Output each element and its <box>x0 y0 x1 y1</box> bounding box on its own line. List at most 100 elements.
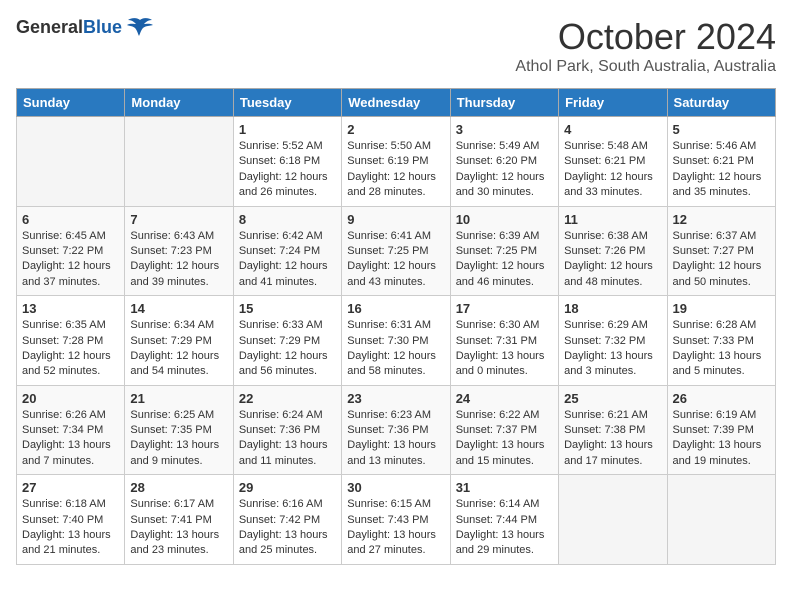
day-number: 8 <box>239 212 336 227</box>
calendar-cell: 25 Sunrise: 6:21 AM Sunset: 7:38 PM Dayli… <box>559 385 667 475</box>
calendar-cell: 9 Sunrise: 6:41 AM Sunset: 7:25 PM Daylig… <box>342 206 450 296</box>
calendar-cell: 1 Sunrise: 5:52 AM Sunset: 6:18 PM Daylig… <box>233 117 341 207</box>
calendar-cell <box>559 475 667 565</box>
calendar-cell: 19Sunrise: 6:28 AM Sunset: 7:33 PM Dayli… <box>667 296 775 386</box>
day-info: Sunrise: 6:35 AM Sunset: 7:28 PM Dayligh… <box>22 318 119 380</box>
calendar-cell: 13Sunrise: 6:35 AM Sunset: 7:28 PM Dayli… <box>17 296 125 386</box>
day-number: 4 <box>564 122 661 137</box>
week-row-1: 1 Sunrise: 5:52 AM Sunset: 6:18 PM Daylig… <box>17 117 776 207</box>
day-number: 15 <box>239 301 336 316</box>
day-number: 1 <box>239 122 336 137</box>
day-info: Sunrise: 6:34 AM Sunset: 7:29 PM Dayligh… <box>130 318 227 380</box>
day-info: Sunrise: 6:22 AM Sunset: 7:37 PM Dayligh… <box>456 408 553 470</box>
day-number: 10 <box>456 212 553 227</box>
day-header-sunday: Sunday <box>17 89 125 117</box>
day-info: Sunrise: 6:37 AM Sunset: 7:27 PM Dayligh… <box>673 229 770 291</box>
logo-general-text: General <box>16 17 83 37</box>
day-info: Sunrise: 6:24 AM Sunset: 7:36 PM Dayligh… <box>239 408 336 470</box>
day-info: Sunrise: 6:19 AM Sunset: 7:39 PM Dayligh… <box>673 408 770 470</box>
week-row-2: 6 Sunrise: 6:45 AM Sunset: 7:22 PM Daylig… <box>17 206 776 296</box>
calendar-table: SundayMondayTuesdayWednesdayThursdayFrid… <box>16 88 776 565</box>
day-number: 26 <box>673 391 770 406</box>
day-number: 31 <box>456 480 553 495</box>
day-number: 2 <box>347 122 444 137</box>
day-info: Sunrise: 6:15 AM Sunset: 7:43 PM Dayligh… <box>347 497 444 559</box>
calendar-cell: 7 Sunrise: 6:43 AM Sunset: 7:23 PM Daylig… <box>125 206 233 296</box>
day-header-saturday: Saturday <box>667 89 775 117</box>
day-number: 24 <box>456 391 553 406</box>
day-info: Sunrise: 6:21 AM Sunset: 7:38 PM Dayligh… <box>564 408 661 470</box>
day-number: 9 <box>347 212 444 227</box>
calendar-cell: 20 Sunrise: 6:26 AM Sunset: 7:34 PM Dayli… <box>17 385 125 475</box>
day-number: 20 <box>22 391 119 406</box>
calendar-cell: 16 Sunrise: 6:31 AM Sunset: 7:30 PM Dayli… <box>342 296 450 386</box>
calendar-cell: 30 Sunrise: 6:15 AM Sunset: 7:43 PM Dayli… <box>342 475 450 565</box>
calendar-cell: 22Sunrise: 6:24 AM Sunset: 7:36 PM Dayli… <box>233 385 341 475</box>
day-header-wednesday: Wednesday <box>342 89 450 117</box>
day-header-thursday: Thursday <box>450 89 558 117</box>
day-info: Sunrise: 6:33 AM Sunset: 7:29 PM Dayligh… <box>239 318 336 380</box>
day-number: 21 <box>130 391 227 406</box>
calendar-cell <box>667 475 775 565</box>
day-info: Sunrise: 6:38 AM Sunset: 7:26 PM Dayligh… <box>564 229 661 291</box>
week-row-3: 13Sunrise: 6:35 AM Sunset: 7:28 PM Dayli… <box>17 296 776 386</box>
calendar-cell: 12Sunrise: 6:37 AM Sunset: 7:27 PM Dayli… <box>667 206 775 296</box>
calendar-cell: 15 Sunrise: 6:33 AM Sunset: 7:29 PM Dayli… <box>233 296 341 386</box>
calendar-cell: 24 Sunrise: 6:22 AM Sunset: 7:37 PM Dayli… <box>450 385 558 475</box>
location-title: Athol Park, South Australia, Australia <box>515 58 776 76</box>
day-info: Sunrise: 6:45 AM Sunset: 7:22 PM Dayligh… <box>22 229 119 291</box>
day-info: Sunrise: 6:30 AM Sunset: 7:31 PM Dayligh… <box>456 318 553 380</box>
day-number: 6 <box>22 212 119 227</box>
logo-blue-text: Blue <box>83 17 122 37</box>
day-number: 23 <box>347 391 444 406</box>
day-header-tuesday: Tuesday <box>233 89 341 117</box>
day-info: Sunrise: 6:23 AM Sunset: 7:36 PM Dayligh… <box>347 408 444 470</box>
day-info: Sunrise: 6:39 AM Sunset: 7:25 PM Dayligh… <box>456 229 553 291</box>
day-info: Sunrise: 6:41 AM Sunset: 7:25 PM Dayligh… <box>347 229 444 291</box>
day-info: Sunrise: 5:49 AM Sunset: 6:20 PM Dayligh… <box>456 139 553 201</box>
day-number: 11 <box>564 212 661 227</box>
day-info: Sunrise: 5:52 AM Sunset: 6:18 PM Dayligh… <box>239 139 336 201</box>
day-info: Sunrise: 6:18 AM Sunset: 7:40 PM Dayligh… <box>22 497 119 559</box>
calendar-cell: 29Sunrise: 6:16 AM Sunset: 7:42 PM Dayli… <box>233 475 341 565</box>
day-number: 25 <box>564 391 661 406</box>
calendar-cell <box>17 117 125 207</box>
day-info: Sunrise: 6:14 AM Sunset: 7:44 PM Dayligh… <box>456 497 553 559</box>
week-row-5: 27 Sunrise: 6:18 AM Sunset: 7:40 PM Dayli… <box>17 475 776 565</box>
day-info: Sunrise: 6:16 AM Sunset: 7:42 PM Dayligh… <box>239 497 336 559</box>
day-info: Sunrise: 6:31 AM Sunset: 7:30 PM Dayligh… <box>347 318 444 380</box>
calendar-cell: 23 Sunrise: 6:23 AM Sunset: 7:36 PM Dayli… <box>342 385 450 475</box>
calendar-cell: 5Sunrise: 5:46 AM Sunset: 6:21 PM Daylig… <box>667 117 775 207</box>
calendar-cell: 3 Sunrise: 5:49 AM Sunset: 6:20 PM Daylig… <box>450 117 558 207</box>
day-info: Sunrise: 6:29 AM Sunset: 7:32 PM Dayligh… <box>564 318 661 380</box>
logo-bird-icon <box>126 16 154 38</box>
header-row: SundayMondayTuesdayWednesdayThursdayFrid… <box>17 89 776 117</box>
calendar-cell: 11 Sunrise: 6:38 AM Sunset: 7:26 PM Dayli… <box>559 206 667 296</box>
day-info: Sunrise: 5:48 AM Sunset: 6:21 PM Dayligh… <box>564 139 661 201</box>
title-area: October 2024 Athol Park, South Australia… <box>515 16 776 76</box>
calendar-cell: 17Sunrise: 6:30 AM Sunset: 7:31 PM Dayli… <box>450 296 558 386</box>
day-number: 18 <box>564 301 661 316</box>
day-info: Sunrise: 5:50 AM Sunset: 6:19 PM Dayligh… <box>347 139 444 201</box>
day-number: 7 <box>130 212 227 227</box>
day-info: Sunrise: 6:26 AM Sunset: 7:34 PM Dayligh… <box>22 408 119 470</box>
day-info: Sunrise: 6:43 AM Sunset: 7:23 PM Dayligh… <box>130 229 227 291</box>
calendar-cell: 27 Sunrise: 6:18 AM Sunset: 7:40 PM Dayli… <box>17 475 125 565</box>
day-number: 16 <box>347 301 444 316</box>
calendar-cell: 28Sunrise: 6:17 AM Sunset: 7:41 PM Dayli… <box>125 475 233 565</box>
day-number: 27 <box>22 480 119 495</box>
day-number: 30 <box>347 480 444 495</box>
day-number: 19 <box>673 301 770 316</box>
day-number: 3 <box>456 122 553 137</box>
calendar-cell: 26 Sunrise: 6:19 AM Sunset: 7:39 PM Dayli… <box>667 385 775 475</box>
day-number: 14 <box>130 301 227 316</box>
calendar-cell <box>125 117 233 207</box>
day-info: Sunrise: 6:25 AM Sunset: 7:35 PM Dayligh… <box>130 408 227 470</box>
logo: GeneralBlue <box>16 16 154 38</box>
calendar-cell: 2 Sunrise: 5:50 AM Sunset: 6:19 PM Daylig… <box>342 117 450 207</box>
week-row-4: 20 Sunrise: 6:26 AM Sunset: 7:34 PM Dayli… <box>17 385 776 475</box>
calendar-cell: 8Sunrise: 6:42 AM Sunset: 7:24 PM Daylig… <box>233 206 341 296</box>
calendar-cell: 14 Sunrise: 6:34 AM Sunset: 7:29 PM Dayli… <box>125 296 233 386</box>
calendar-cell: 31 Sunrise: 6:14 AM Sunset: 7:44 PM Dayli… <box>450 475 558 565</box>
calendar-cell: 6 Sunrise: 6:45 AM Sunset: 7:22 PM Daylig… <box>17 206 125 296</box>
